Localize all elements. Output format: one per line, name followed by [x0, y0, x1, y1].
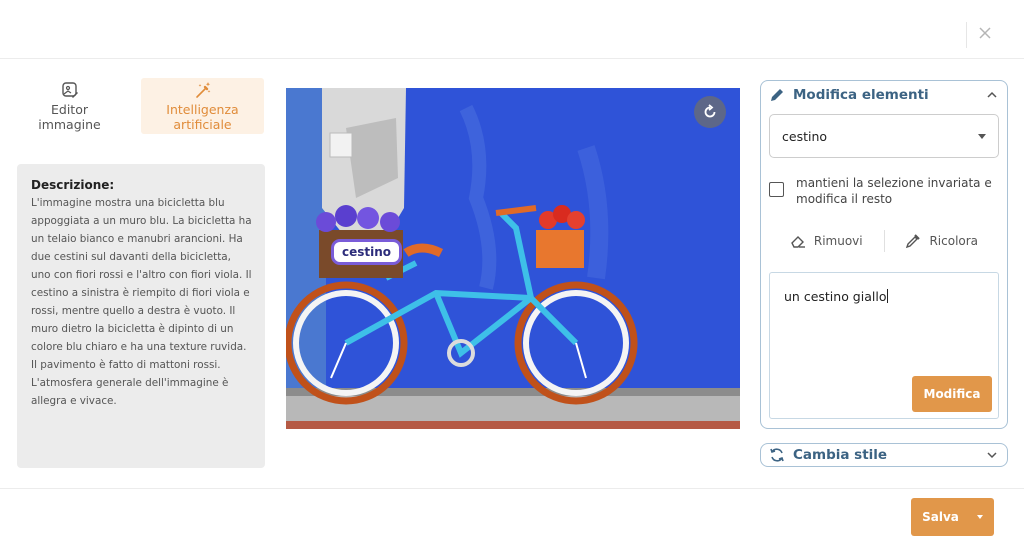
tab-ai-label-1: Intelligenza — [166, 102, 239, 117]
element-select-value: cestino — [782, 128, 828, 144]
save-label: Salva — [922, 510, 959, 524]
chevron-up-icon[interactable] — [985, 88, 999, 102]
magic-wand-icon — [195, 82, 210, 98]
edited-image[interactable]: cestino — [286, 88, 740, 429]
prompt-text: un cestino giallo — [784, 289, 887, 304]
action-row: Rimuovi Ricolora — [769, 230, 1000, 252]
recolor-label: Ricolora — [929, 234, 979, 248]
pencil-icon — [771, 89, 783, 101]
caret-down-icon — [978, 133, 986, 139]
eraser-icon — [791, 236, 805, 248]
close-icon[interactable] — [976, 26, 994, 44]
chevron-down-icon[interactable] — [985, 448, 999, 462]
keep-selection-checkbox[interactable] — [769, 182, 784, 197]
description-text: L'immagine mostra una bicicletta blu app… — [31, 197, 252, 407]
element-select[interactable]: cestino — [769, 114, 999, 158]
tab-editor-label-2: immagine — [38, 117, 101, 132]
image-edit-icon — [61, 82, 78, 98]
tab-intelligenza-artificiale[interactable]: Intelligenza artificiale — [141, 78, 264, 134]
description-title: Descrizione: — [31, 178, 115, 192]
keep-selection-row[interactable]: mantieni la selezione invariata e modifi… — [769, 175, 999, 207]
caret-down-icon[interactable] — [976, 515, 983, 519]
save-button[interactable]: Salva — [911, 498, 994, 536]
edit-elements-title: Modifica elementi — [793, 87, 929, 103]
sync-icon — [770, 448, 784, 462]
tab-editor-label-1: Editor — [51, 102, 88, 117]
selection-label[interactable]: cestino — [334, 242, 400, 262]
recolor-button[interactable]: Ricolora — [885, 233, 1000, 249]
keep-selection-label: mantieni la selezione invariata e modifi… — [796, 176, 992, 206]
description-panel: Descrizione: L'immagine mostra una bicic… — [17, 164, 265, 468]
dropper-icon — [906, 234, 921, 249]
change-style-title: Cambia stile — [793, 447, 888, 463]
change-style-panel[interactable]: Cambia stile — [760, 443, 1008, 467]
edit-elements-header[interactable]: Modifica elementi — [769, 84, 999, 106]
remove-label: Rimuovi — [813, 234, 863, 248]
tab-ai-label-2: artificiale — [173, 117, 232, 132]
remove-button[interactable]: Rimuovi — [769, 233, 884, 249]
tab-editor-immagine[interactable]: Editor immagine — [8, 78, 131, 134]
refresh-icon[interactable] — [694, 96, 726, 128]
bottom-divider — [0, 488, 1024, 489]
edit-elements-panel: Modifica elementi cestino mantieni la se… — [760, 80, 1008, 429]
modifica-button[interactable]: Modifica — [912, 376, 992, 412]
top-divider — [0, 58, 1024, 59]
prompt-input[interactable]: un cestino giallo Modifica — [769, 272, 999, 419]
